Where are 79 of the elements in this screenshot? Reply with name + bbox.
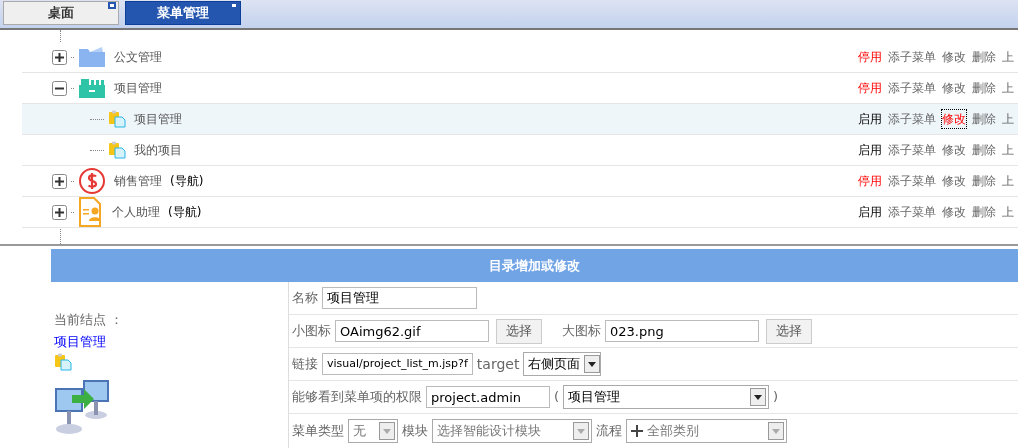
action-link[interactable]: 上 [1002, 48, 1014, 66]
big-icon-input[interactable]: 023.png [605, 320, 759, 342]
action-link[interactable]: 停用 [858, 48, 882, 66]
action-link[interactable]: 添子菜单 [888, 203, 936, 221]
clipboard-icon [108, 110, 126, 128]
expand-icon[interactable] [52, 49, 67, 65]
action-link[interactable]: 删除 [972, 203, 996, 221]
menu-type-label: 菜单类型 [292, 421, 344, 440]
permission-label: 能够看到菜单项的权限 [292, 388, 422, 407]
target-select[interactable]: 右侧页面 [523, 352, 602, 376]
current-node-label: 当前结点 ： [54, 311, 124, 329]
computers-arrow-icon [54, 377, 112, 437]
tree-item-label[interactable]: 项目管理 [134, 110, 182, 128]
open-paren: ( [554, 388, 560, 407]
tab[interactable]: 桌面 [3, 1, 119, 25]
action-link[interactable]: 上 [1002, 141, 1014, 159]
nav-suffix: (导航) [170, 173, 204, 190]
action-link[interactable]: 启用 [858, 110, 882, 128]
action-link[interactable]: 停用 [858, 79, 882, 97]
module-label: 模块 [402, 421, 428, 440]
action-link[interactable]: 上 [1002, 203, 1014, 221]
toolbox-icon [78, 77, 106, 99]
tree-item-label[interactable]: 个人助理 [112, 203, 160, 221]
current-node-link[interactable]: 项目管理 [54, 331, 106, 351]
action-link[interactable]: 上 [1002, 110, 1014, 128]
permission-select[interactable]: 项目管理 [563, 385, 770, 409]
tree-item-label[interactable]: 销售管理 [114, 172, 162, 190]
action-link[interactable]: 修改 [942, 141, 966, 159]
action-link[interactable]: 修改 [942, 110, 966, 128]
panel-title: 目录增加或修改 [489, 256, 580, 275]
link-label: 链接 [292, 355, 318, 374]
action-link[interactable]: 添子菜单 [888, 48, 936, 66]
link-input[interactable]: visual/project_list_m.jsp?f [322, 353, 473, 375]
tree-item-label[interactable]: 我的项目 [134, 141, 182, 159]
nav-suffix: (导航) [168, 204, 202, 221]
module-select[interactable]: 选择智能设计模块 [432, 418, 592, 443]
name-input[interactable]: 项目管理 [322, 287, 477, 309]
small-icon-input[interactable]: OAimg62.gif [335, 320, 489, 342]
permission-input[interactable]: project.admin [426, 386, 550, 408]
pin-icon[interactable] [108, 2, 116, 9]
action-link[interactable]: 添子菜单 [888, 141, 936, 159]
action-link[interactable]: 停用 [858, 172, 882, 190]
action-link[interactable]: 删除 [972, 48, 996, 66]
close-paren: ) [773, 388, 779, 407]
choose-button[interactable]: 选择 [766, 318, 812, 344]
action-link[interactable]: 删除 [972, 79, 996, 97]
flow-select[interactable]: 全部类别 [626, 418, 787, 443]
action-link[interactable]: 删除 [972, 172, 996, 190]
folder-icon [78, 46, 106, 68]
action-link[interactable]: 删除 [972, 141, 996, 159]
expand-icon[interactable] [52, 204, 67, 220]
tree-item-label[interactable]: 项目管理 [114, 79, 162, 97]
flow-label: 流程 [596, 421, 622, 440]
action-link[interactable]: 上 [1002, 79, 1014, 97]
tree-item-label[interactable]: 公文管理 [114, 48, 162, 66]
action-link[interactable]: 添子菜单 [888, 172, 936, 190]
pin-icon[interactable] [230, 2, 238, 9]
expand-icon[interactable] [52, 173, 67, 189]
action-link[interactable]: 删除 [972, 110, 996, 128]
name-label: 名称 [292, 289, 318, 308]
clipboard-icon [108, 141, 126, 159]
action-link[interactable]: 启用 [858, 141, 882, 159]
small-icon-label: 小图标 [292, 322, 331, 341]
clipboard-icon [54, 353, 72, 371]
action-link[interactable]: 上 [1002, 172, 1014, 190]
big-icon-label: 大图标 [562, 322, 601, 341]
target-label: target [476, 354, 520, 374]
choose-button[interactable]: 选择 [496, 318, 542, 344]
action-link[interactable]: 修改 [942, 79, 966, 97]
plus-icon [631, 424, 643, 437]
action-link[interactable]: 添子菜单 [888, 79, 936, 97]
action-link[interactable]: 修改 [942, 203, 966, 221]
tab[interactable]: 菜单管理 [125, 1, 241, 25]
action-link[interactable]: 添子菜单 [888, 110, 936, 128]
action-link[interactable]: 启用 [858, 203, 882, 221]
action-link[interactable]: 修改 [942, 48, 966, 66]
collapse-icon[interactable] [52, 80, 67, 96]
action-link[interactable]: 修改 [942, 172, 966, 190]
menu-type-select[interactable]: 无 [348, 418, 398, 443]
